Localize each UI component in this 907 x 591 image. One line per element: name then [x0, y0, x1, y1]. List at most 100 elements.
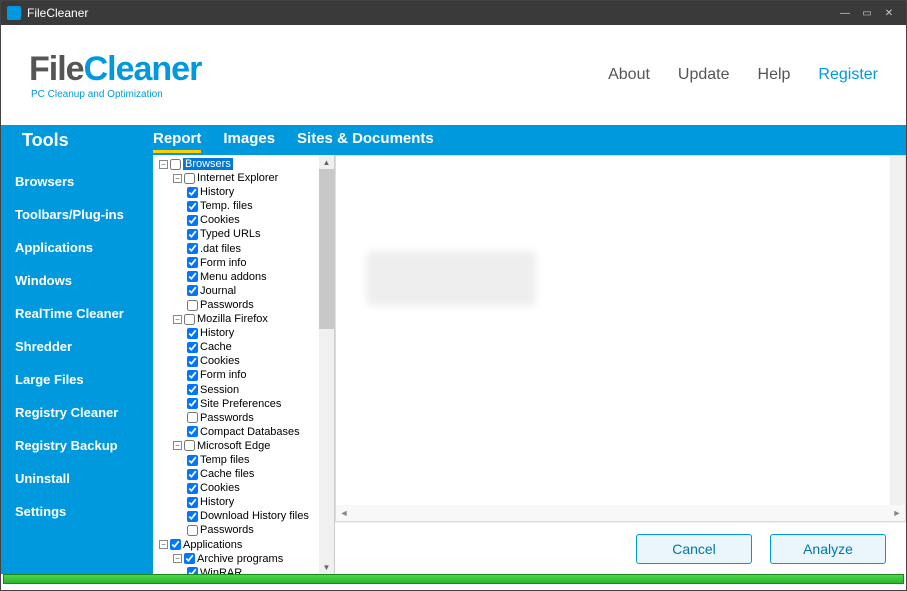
checkbox[interactable]	[187, 201, 198, 212]
sidebar-item-largefiles[interactable]: Large Files	[1, 363, 153, 396]
checkbox[interactable]	[187, 511, 198, 522]
tree-leaf[interactable]: Passwords	[200, 299, 254, 311]
checkbox[interactable]	[187, 243, 198, 254]
checkbox[interactable]	[187, 455, 198, 466]
tree-leaf[interactable]: WinRAR	[200, 567, 242, 574]
tree-leaf[interactable]: Compact Databases	[200, 426, 300, 438]
nav-register[interactable]: Register	[818, 66, 878, 84]
checkbox[interactable]	[187, 229, 198, 240]
tree-leaf[interactable]: Menu addons	[200, 271, 267, 283]
tree-leaf[interactable]: Cache files	[200, 468, 254, 480]
checkbox[interactable]	[184, 314, 195, 325]
nav-help[interactable]: Help	[758, 66, 791, 84]
checkbox[interactable]	[184, 173, 195, 184]
checkbox[interactable]	[187, 567, 198, 574]
tree-leaf[interactable]: Site Preferences	[200, 398, 281, 410]
tree-node-applications[interactable]: Applications	[183, 539, 242, 551]
checkbox[interactable]	[187, 497, 198, 508]
checkbox[interactable]	[187, 412, 198, 423]
tree-leaf[interactable]: Passwords	[200, 525, 254, 537]
tree-leaf[interactable]: Cookies	[200, 214, 240, 226]
titlebar[interactable]: FileCleaner — ▭ ✕	[1, 1, 906, 25]
tree-leaf[interactable]: Temp files	[200, 454, 250, 466]
tree-leaf[interactable]: Form info	[200, 370, 246, 382]
sidebar-item-shredder[interactable]: Shredder	[1, 330, 153, 363]
checkbox[interactable]	[184, 440, 195, 451]
tree-leaf[interactable]: Cache	[200, 341, 232, 353]
expand-icon[interactable]: −	[159, 540, 168, 549]
nav-update[interactable]: Update	[678, 66, 730, 84]
checkbox[interactable]	[187, 483, 198, 494]
expand-icon[interactable]: −	[173, 174, 182, 183]
scroll-thumb[interactable]	[319, 169, 334, 329]
tree-node-archive[interactable]: Archive programs	[197, 553, 283, 565]
tree-leaf[interactable]: Journal	[200, 285, 236, 297]
close-button[interactable]: ✕	[878, 5, 900, 21]
nav-about[interactable]: About	[608, 66, 650, 84]
expand-icon[interactable]: −	[173, 441, 182, 450]
checkbox[interactable]	[187, 426, 198, 437]
tree-leaf[interactable]: History	[200, 186, 234, 198]
checkbox[interactable]	[187, 384, 198, 395]
checkbox[interactable]	[187, 525, 198, 536]
logo-file: File	[29, 50, 84, 88]
tree-leaf[interactable]: Form info	[200, 257, 246, 269]
main-vscrollbar[interactable]	[890, 156, 905, 505]
tree-leaf[interactable]: History	[200, 327, 234, 339]
maximize-button[interactable]: ▭	[856, 5, 878, 21]
checkbox[interactable]	[187, 285, 198, 296]
checkbox[interactable]	[187, 300, 198, 311]
sidebar-item-applications[interactable]: Applications	[1, 231, 153, 264]
checkbox[interactable]	[170, 159, 181, 170]
sidebar-item-settings[interactable]: Settings	[1, 495, 153, 528]
checkbox[interactable]	[187, 257, 198, 268]
sidebar-item-toolbars[interactable]: Toolbars/Plug-ins	[1, 198, 153, 231]
tree-leaf[interactable]: Session	[200, 384, 239, 396]
tree-node-browsers[interactable]: Browsers	[183, 158, 233, 170]
checkbox[interactable]	[187, 398, 198, 409]
checkbox[interactable]	[187, 215, 198, 226]
sidebar-item-uninstall[interactable]: Uninstall	[1, 462, 153, 495]
tree[interactable]: −Browsers −Internet Explorer HistoryTemp…	[153, 155, 334, 574]
tools-header: Tools	[22, 130, 153, 151]
tree-leaf[interactable]: .dat files	[200, 243, 241, 255]
checkbox[interactable]	[187, 370, 198, 381]
sidebar-item-windows[interactable]: Windows	[1, 264, 153, 297]
sidebar-item-browsers[interactable]: Browsers	[1, 165, 153, 198]
scroll-left-icon[interactable]: ◄	[336, 508, 352, 518]
sidebar-item-registry-cleaner[interactable]: Registry Cleaner	[1, 396, 153, 429]
tree-leaf[interactable]: Cookies	[200, 482, 240, 494]
tree-leaf[interactable]: Cookies	[200, 355, 240, 367]
main-hscrollbar[interactable]: ◄ ►	[336, 505, 905, 521]
checkbox[interactable]	[187, 328, 198, 339]
tree-node-ie[interactable]: Internet Explorer	[197, 172, 278, 184]
scroll-down-icon[interactable]: ▼	[319, 560, 334, 574]
sidebar-item-registry-backup[interactable]: Registry Backup	[1, 429, 153, 462]
analyze-button[interactable]: Analyze	[770, 534, 886, 564]
checkbox[interactable]	[184, 553, 195, 564]
tree-node-firefox[interactable]: Mozilla Firefox	[197, 313, 268, 325]
checkbox[interactable]	[170, 539, 181, 550]
tree-leaf[interactable]: Download History files	[200, 510, 309, 522]
checkbox[interactable]	[187, 187, 198, 198]
scroll-right-icon[interactable]: ►	[889, 508, 905, 518]
checkbox[interactable]	[187, 271, 198, 282]
cancel-button[interactable]: Cancel	[636, 534, 752, 564]
tree-leaf[interactable]: Temp. files	[200, 200, 253, 212]
tree-leaf[interactable]: Passwords	[200, 412, 254, 424]
sidebar-item-realtime[interactable]: RealTime Cleaner	[1, 297, 153, 330]
tab-report[interactable]: Report	[153, 130, 201, 151]
minimize-button[interactable]: —	[834, 5, 856, 21]
checkbox[interactable]	[187, 356, 198, 367]
tab-sites-documents[interactable]: Sites & Documents	[297, 130, 434, 151]
tree-leaf[interactable]: History	[200, 496, 234, 508]
tree-leaf[interactable]: Typed URLs	[200, 229, 261, 241]
checkbox[interactable]	[187, 469, 198, 480]
expand-icon[interactable]: −	[159, 160, 168, 169]
expand-icon[interactable]: −	[173, 554, 182, 563]
scroll-up-icon[interactable]: ▲	[319, 155, 334, 169]
expand-icon[interactable]: −	[173, 315, 182, 324]
tab-images[interactable]: Images	[223, 130, 275, 151]
tree-node-edge[interactable]: Microsoft Edge	[197, 440, 270, 452]
checkbox[interactable]	[187, 342, 198, 353]
